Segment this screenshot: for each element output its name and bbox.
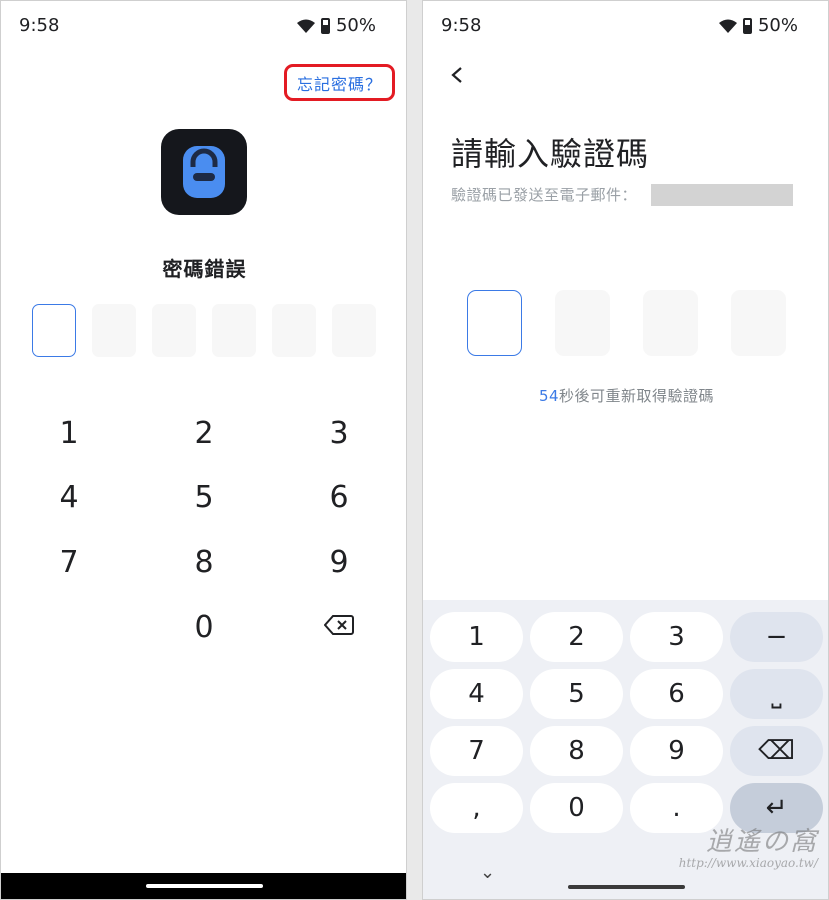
key-5[interactable]: 5 — [174, 467, 234, 527]
resend-countdown: 54秒後可重新取得驗證碼 — [423, 385, 828, 406]
verification-screen: 9:58 50% 請輸入驗證碼 驗證碼已發送至電子郵件： 54秒後可重新取得驗證… — [422, 0, 829, 900]
kb-key-2[interactable]: 2 — [530, 612, 623, 662]
soft-keyboard: 1 2 3 − 4 5 6 ⎵ 7 8 9 ⌫ , 0 . ↵ ⌄ 逍遙の窩 h… — [423, 600, 828, 899]
kb-key-space[interactable]: ⎵ — [730, 669, 823, 719]
battery-level: 50% — [335, 15, 376, 36]
watermark: 逍遙の窩 http://www.xiaoyao.tw/ — [638, 828, 818, 870]
status-bar: 9:58 50% — [1, 1, 406, 51]
kb-key-4[interactable]: 4 — [430, 669, 523, 719]
key-7[interactable]: 7 — [39, 532, 99, 592]
key-6[interactable]: 6 — [309, 467, 369, 527]
redacted-email — [651, 184, 793, 206]
kb-key-3[interactable]: 3 — [630, 612, 723, 662]
resend-text: 秒後可重新取得驗證碼 — [559, 387, 715, 405]
home-handle[interactable] — [568, 885, 685, 889]
home-handle[interactable] — [146, 884, 263, 888]
key-8[interactable]: 8 — [174, 532, 234, 592]
kb-backspace-icon[interactable]: ⌫ — [730, 726, 823, 776]
code-box[interactable] — [555, 290, 610, 356]
pin-box[interactable] — [332, 304, 376, 357]
app-lock-icon — [161, 129, 247, 215]
kb-key-period[interactable]: . — [630, 783, 723, 833]
kb-key-1[interactable]: 1 — [430, 612, 523, 662]
pin-box[interactable] — [272, 304, 316, 357]
kb-key-0[interactable]: 0 — [530, 783, 623, 833]
chevron-down-icon[interactable]: ⌄ — [480, 862, 495, 883]
key-0[interactable]: 0 — [174, 597, 234, 657]
code-box[interactable] — [643, 290, 698, 356]
kb-key-7[interactable]: 7 — [430, 726, 523, 776]
navigation-bar — [1, 873, 406, 899]
watermark-logo: 逍遙の窩 — [705, 827, 818, 857]
pin-box[interactable] — [212, 304, 256, 357]
pin-screen: 9:58 50% 忘記密碼？ 密碼錯誤 1 2 3 4 5 6 7 8 9 0 — [0, 0, 407, 900]
kb-key-minus[interactable]: − — [730, 612, 823, 662]
key-2[interactable]: 2 — [174, 403, 234, 463]
code-input[interactable] — [467, 290, 786, 356]
pin-box[interactable] — [152, 304, 196, 357]
key-3[interactable]: 3 — [309, 403, 369, 463]
key-1[interactable]: 1 — [39, 403, 99, 463]
watermark-url: http://www.xiaoyao.tw/ — [678, 856, 818, 870]
battery-level: 50% — [757, 15, 798, 36]
error-title: 密碼錯誤 — [162, 257, 247, 281]
kb-key-comma[interactable]: , — [430, 783, 523, 833]
key-4[interactable]: 4 — [39, 467, 99, 527]
code-box[interactable] — [731, 290, 786, 356]
email-sent-notice: 驗證碼已發送至電子郵件： — [451, 186, 638, 204]
pin-box[interactable] — [32, 304, 76, 357]
status-time: 9:58 — [441, 15, 482, 36]
status-bar: 9:58 50% — [423, 1, 828, 51]
wifi-icon — [718, 19, 737, 33]
kb-key-9[interactable]: 9 — [630, 726, 723, 776]
backspace-icon[interactable] — [309, 595, 369, 655]
pin-box[interactable] — [92, 304, 136, 357]
kb-key-6[interactable]: 6 — [630, 669, 723, 719]
forgot-password-link[interactable]: 忘記密碼？ — [284, 64, 395, 101]
kb-enter-icon[interactable]: ↵ — [730, 783, 823, 833]
kb-key-8[interactable]: 8 — [530, 726, 623, 776]
battery-icon — [742, 17, 752, 34]
code-box[interactable] — [467, 290, 522, 356]
key-9[interactable]: 9 — [309, 532, 369, 592]
wifi-icon — [296, 19, 315, 33]
kb-key-5[interactable]: 5 — [530, 669, 623, 719]
countdown-seconds: 54 — [538, 387, 560, 405]
page-title: 請輸入驗證碼 — [451, 135, 650, 173]
back-arrow-icon[interactable] — [443, 61, 471, 89]
status-time: 9:58 — [19, 15, 60, 36]
pin-input[interactable] — [32, 304, 376, 357]
battery-icon — [320, 17, 330, 34]
